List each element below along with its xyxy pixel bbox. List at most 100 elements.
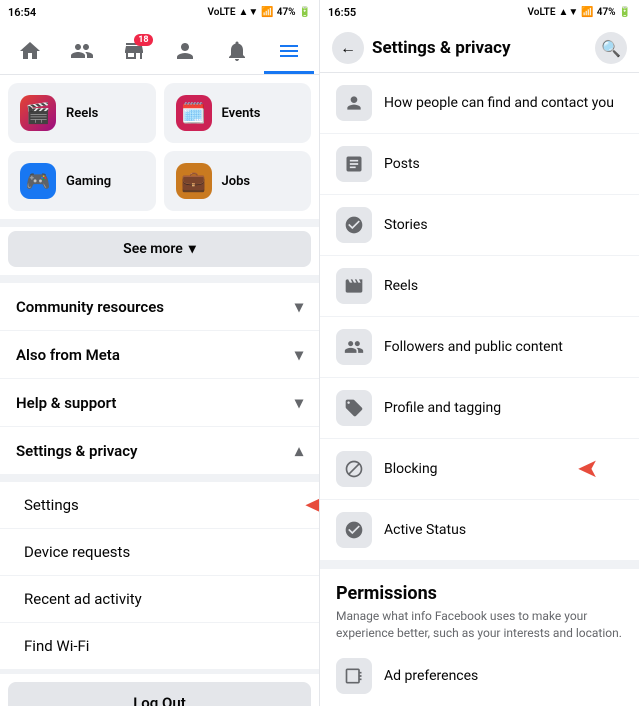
settings-submenu: Settings ➤ Device requests Recent ad act… (0, 482, 319, 670)
back-icon: ← (340, 38, 356, 58)
menu-community[interactable]: Community resources ▾ (0, 283, 319, 331)
chevron-meta: ▾ (295, 345, 303, 364)
device-requests-label: Device requests (24, 543, 130, 561)
status-bar-right: 16:55 VoLTE ▲▼ 📶 47% 🔋 (320, 0, 639, 24)
menu-help[interactable]: Help & support ▾ (0, 379, 319, 427)
app-reels[interactable]: 🎬 Reels (8, 83, 156, 143)
right-header: ← Settings & privacy 🔍 (320, 24, 639, 73)
settings-stories[interactable]: Stories (320, 195, 639, 256)
home-nav[interactable] (5, 30, 55, 74)
events-label: Events (222, 106, 261, 121)
logout-button[interactable]: Log Out (8, 682, 311, 706)
jobs-label: Jobs (222, 174, 251, 189)
blocking-label: Blocking (384, 461, 438, 477)
logout-label: Log Out (133, 694, 186, 706)
events-icon: 🗓️ (176, 95, 212, 131)
followers-icon (336, 329, 372, 365)
menu-section: Community resources ▾ Also from Meta ▾ H… (0, 283, 319, 474)
red-arrow-blocking: ➤ (577, 456, 599, 482)
submenu-find-wifi[interactable]: Find Wi-Fi (0, 623, 319, 670)
recent-ad-label: Recent ad activity (24, 590, 142, 608)
active-status-label: Active Status (384, 522, 466, 538)
time-left: 16:54 (8, 6, 36, 19)
chevron-settings: ▴ (295, 441, 303, 460)
permissions-divider (320, 561, 639, 569)
settings-posts[interactable]: Posts (320, 134, 639, 195)
settings-list: How people can find and contact you Post… (320, 73, 639, 706)
submenu-device-requests[interactable]: Device requests (0, 529, 319, 576)
active-status-icon (336, 512, 372, 548)
marketplace-nav[interactable]: 18 (109, 30, 159, 74)
permissions-desc: Manage what info Facebook uses to make y… (336, 608, 623, 642)
app-jobs[interactable]: 💼 Jobs (164, 151, 312, 211)
posts-icon (336, 146, 372, 182)
submenu-settings[interactable]: Settings ➤ (0, 482, 319, 529)
gaming-icon: 🎮 (20, 163, 56, 199)
settings-active-status[interactable]: Active Status (320, 500, 639, 561)
find-contact-icon (336, 85, 372, 121)
settings-reels[interactable]: Reels (320, 256, 639, 317)
stories-icon (336, 207, 372, 243)
apps-grid: 🎬 Reels 🗓️ Events 🎮 Gaming 💼 Jobs (0, 75, 319, 219)
reels-label: Reels (66, 106, 98, 121)
reels-icon: 🎬 (20, 95, 56, 131)
settings-blocking[interactable]: Blocking ➤ (320, 439, 639, 500)
settings-followers[interactable]: Followers and public content (320, 317, 639, 378)
profile-tagging-label: Profile and tagging (384, 400, 501, 416)
reels-settings-label: Reels (384, 278, 418, 294)
help-label: Help & support (16, 394, 116, 412)
permissions-header: Permissions Manage what info Facebook us… (320, 569, 639, 646)
blocking-icon (336, 451, 372, 487)
right-panel: 16:55 VoLTE ▲▼ 📶 47% 🔋 ← Settings & priv… (319, 0, 639, 706)
nav-badge: 18 (134, 34, 152, 46)
profile-tagging-icon (336, 390, 372, 426)
settings-profile-tagging[interactable]: Profile and tagging (320, 378, 639, 439)
logout-section: Log Out (0, 674, 319, 706)
reels-settings-icon (336, 268, 372, 304)
friends-nav[interactable] (57, 30, 107, 74)
chevron-down-icon: ▾ (189, 241, 196, 257)
stories-label: Stories (384, 217, 428, 233)
profile-nav[interactable] (160, 30, 210, 74)
settings-find-contact[interactable]: How people can find and contact you (320, 73, 639, 134)
status-icons-right: VoLTE ▲▼ 📶 47% 🔋 (528, 7, 631, 18)
menu-also-from-meta[interactable]: Also from Meta ▾ (0, 331, 319, 379)
notifications-nav[interactable] (212, 30, 262, 74)
status-icons-left: VoLTE ▲▼ 📶 47% 🔋 (208, 7, 311, 18)
menu-nav[interactable] (264, 30, 314, 74)
ad-preferences-icon (336, 658, 372, 694)
permissions-title: Permissions (336, 583, 623, 604)
page-title: Settings & privacy (372, 38, 511, 58)
time-right: 16:55 (328, 6, 356, 19)
settings-privacy-label: Settings & privacy (16, 442, 138, 460)
chevron-community: ▾ (295, 297, 303, 316)
followers-label: Followers and public content (384, 339, 563, 355)
status-bar-left: 16:54 VoLTE ▲▼ 📶 47% 🔋 (0, 0, 319, 24)
see-more-label: See more (123, 241, 183, 257)
see-more-section: See more ▾ (0, 227, 319, 275)
find-wifi-label: Find Wi-Fi (24, 637, 89, 655)
submenu-recent-ad[interactable]: Recent ad activity (0, 576, 319, 623)
posts-label: Posts (384, 156, 420, 172)
ad-preferences-label: Ad preferences (384, 668, 478, 684)
header-left: ← Settings & privacy (332, 32, 511, 64)
red-arrow-settings: ➤ (304, 491, 319, 519)
app-gaming[interactable]: 🎮 Gaming (8, 151, 156, 211)
menu-settings-privacy[interactable]: Settings & privacy ▴ (0, 427, 319, 474)
search-button[interactable]: 🔍 (595, 32, 627, 64)
jobs-icon: 💼 (176, 163, 212, 199)
back-button[interactable]: ← (332, 32, 364, 64)
settings-ad-preferences[interactable]: Ad preferences (320, 646, 639, 706)
left-panel: 16:54 VoLTE ▲▼ 📶 47% 🔋 18 (0, 0, 319, 706)
chevron-help: ▾ (295, 393, 303, 412)
nav-bar: 18 (0, 24, 319, 75)
also-from-meta-label: Also from Meta (16, 346, 120, 364)
left-scroll-area: 🎬 Reels 🗓️ Events 🎮 Gaming 💼 Jobs See mo… (0, 75, 319, 706)
app-events[interactable]: 🗓️ Events (164, 83, 312, 143)
search-icon: 🔍 (601, 39, 621, 58)
gaming-label: Gaming (66, 174, 111, 189)
settings-item-label: Settings (24, 496, 79, 514)
see-more-button[interactable]: See more ▾ (8, 231, 311, 267)
find-contact-label: How people can find and contact you (384, 95, 614, 111)
community-label: Community resources (16, 298, 164, 316)
